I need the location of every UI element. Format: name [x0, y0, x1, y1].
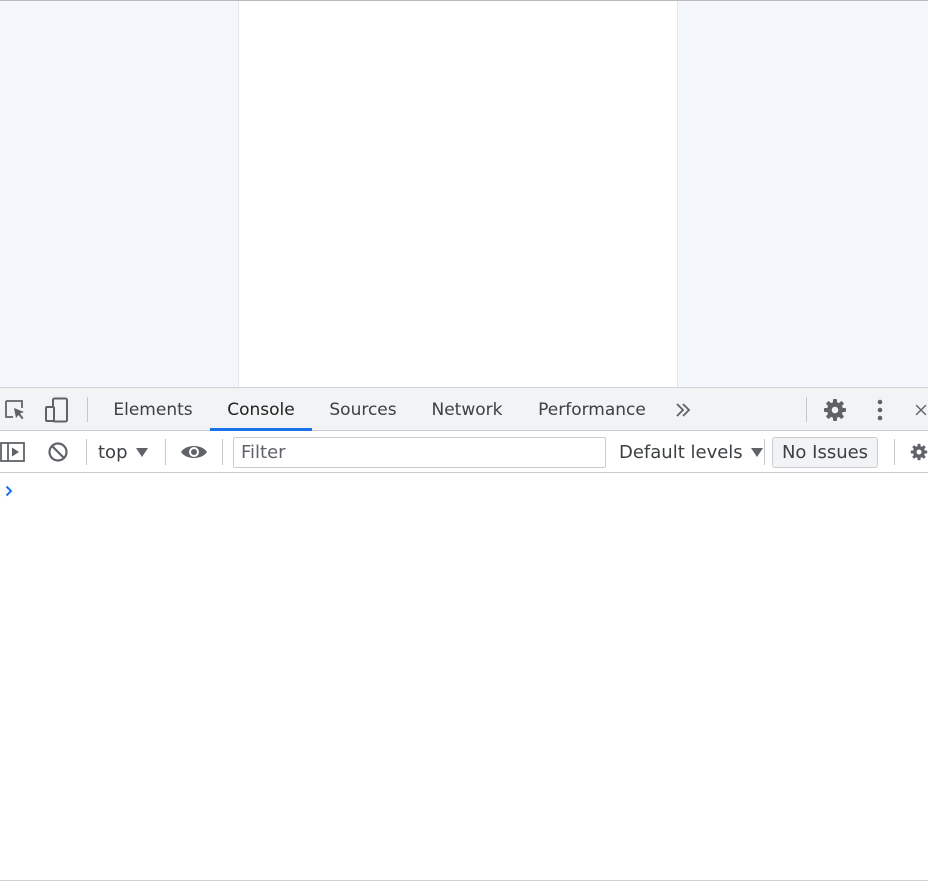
tabbar-separator [806, 397, 807, 422]
chevron-down-icon [750, 447, 763, 457]
devtools-panel: Elements Console Sources Network Perform… [0, 387, 928, 881]
toolbar-separator [165, 439, 166, 465]
console-toolbar: top Default levels No Issues [0, 431, 928, 473]
toolbar-separator [894, 439, 895, 465]
sidebar-toggle-icon[interactable] [0, 440, 26, 464]
log-levels-label: Default levels [619, 441, 743, 463]
eye-icon[interactable] [180, 441, 208, 463]
devtools-tabbar: Elements Console Sources Network Perform… [0, 388, 928, 431]
tab-sources[interactable]: Sources [314, 388, 412, 431]
inspect-element-icon[interactable] [2, 397, 28, 423]
tab-performance[interactable]: Performance [522, 388, 662, 431]
more-tabs-icon[interactable] [671, 398, 695, 422]
tab-elements[interactable]: Elements [98, 388, 208, 431]
chevron-down-icon [135, 447, 148, 457]
console-prompt[interactable] [0, 481, 928, 501]
close-icon[interactable] [914, 398, 928, 422]
clear-console-icon[interactable] [46, 440, 70, 464]
context-selector-value: top [98, 441, 128, 463]
tabbar-separator [87, 397, 88, 422]
toolbar-separator [86, 439, 87, 465]
tab-console[interactable]: Console [210, 388, 312, 431]
tab-network[interactable]: Network [414, 388, 520, 431]
page-canvas[interactable] [238, 1, 678, 387]
console-output[interactable] [0, 473, 928, 881]
context-selector[interactable]: top [98, 437, 148, 467]
filter-input[interactable] [233, 437, 606, 468]
console-settings-icon[interactable] [910, 440, 928, 464]
issues-button[interactable]: No Issues [772, 437, 878, 468]
settings-icon[interactable] [822, 397, 848, 423]
page-viewport [0, 0, 928, 387]
toolbar-separator [764, 439, 765, 465]
more-options-icon[interactable] [868, 397, 892, 423]
device-toolbar-icon[interactable] [44, 397, 70, 423]
log-levels-dropdown[interactable]: Default levels [619, 437, 763, 467]
chevron-right-icon [4, 484, 14, 498]
toolbar-separator [222, 439, 223, 465]
